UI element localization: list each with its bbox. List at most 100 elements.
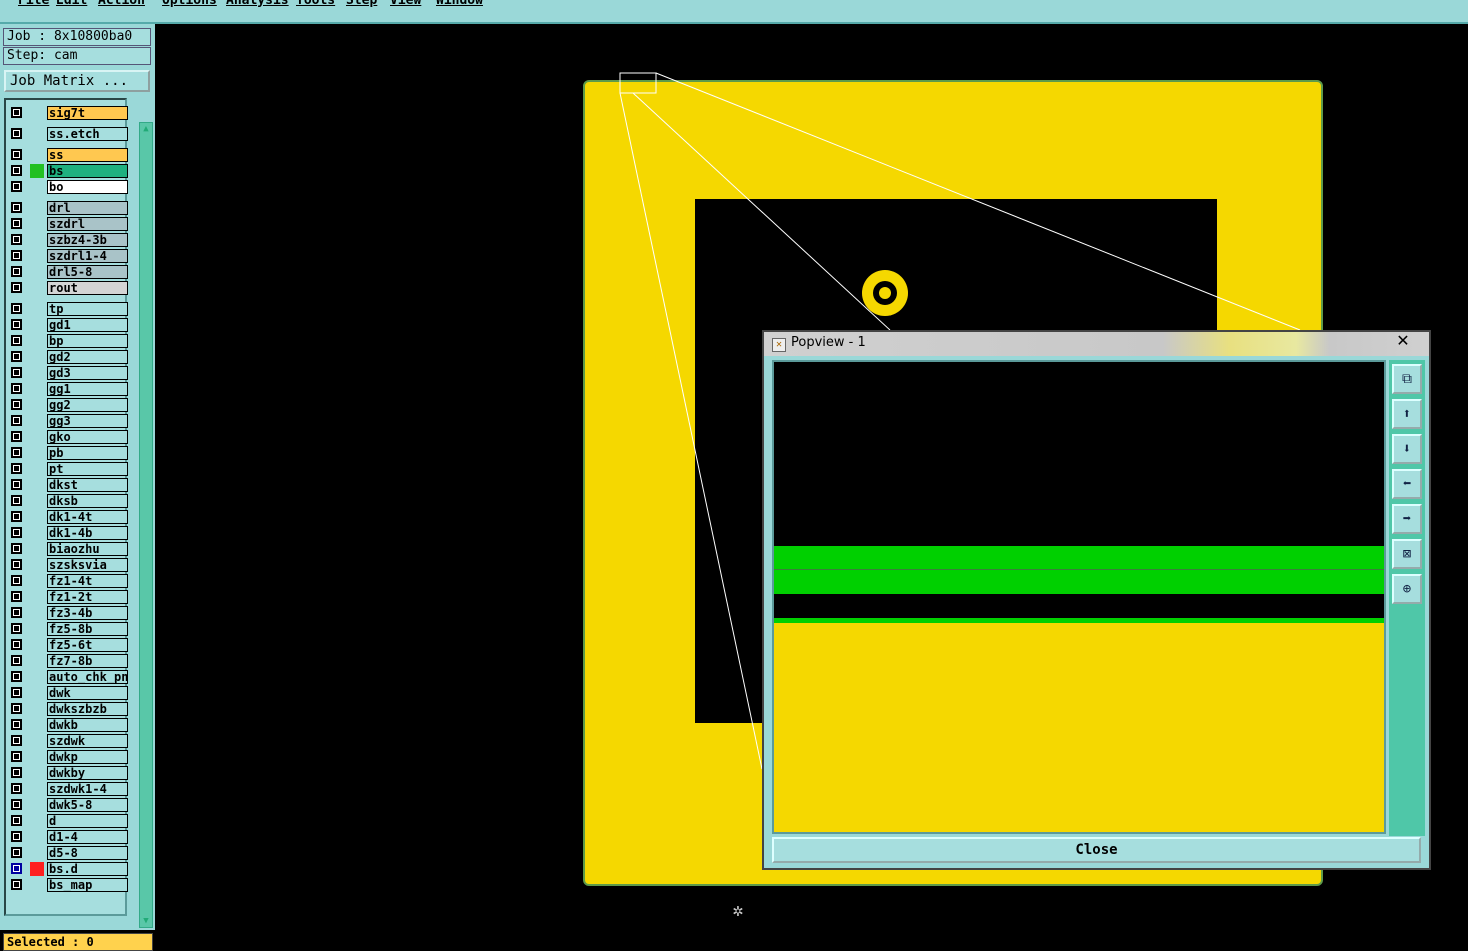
menu-file[interactable]: File [18, 0, 49, 8]
layer-name[interactable]: szdrl [47, 217, 128, 231]
menu-step[interactable]: Step [346, 0, 377, 8]
layer-color-swatch[interactable] [30, 164, 44, 178]
menu-options[interactable]: Options [162, 0, 217, 8]
layer-row[interactable]: dk1-4b [10, 526, 129, 541]
pan-right-icon[interactable]: ➡ [1392, 504, 1422, 534]
layer-checkbox[interactable] [11, 783, 22, 794]
layer-row[interactable]: fz1-2t [10, 590, 129, 605]
layer-checkbox[interactable] [11, 847, 22, 858]
layer-row[interactable]: szdwk1-4 [10, 782, 129, 797]
layer-row[interactable]: bs [10, 164, 129, 179]
layer-name[interactable]: bp [47, 334, 128, 348]
menu-analysis[interactable]: Analysis [226, 0, 289, 8]
pan-down-icon[interactable]: ⬇ [1392, 434, 1422, 464]
window-close-icon[interactable]: ✕ [1388, 331, 1418, 351]
layer-name[interactable]: ss.etch [47, 127, 128, 141]
layer-row[interactable]: szdrl [10, 217, 129, 232]
layer-row[interactable]: dwk5-8 [10, 798, 129, 813]
layer-row[interactable]: fz7-8b [10, 654, 129, 669]
layer-name[interactable]: drl [47, 201, 128, 215]
layer-name[interactable]: d [47, 814, 128, 828]
layer-name[interactable]: bs.d [47, 862, 128, 876]
layer-row[interactable]: gd2 [10, 350, 129, 365]
layer-checkbox[interactable] [11, 282, 22, 293]
layer-row[interactable]: d1-4 [10, 830, 129, 845]
popview-titlebar[interactable]: ✕ Popview - 1 ✕ [764, 331, 1429, 356]
layer-row[interactable]: dwkszbzb [10, 702, 129, 717]
layer-row[interactable]: d5-8 [10, 846, 129, 861]
menu-tools[interactable]: Tools [296, 0, 335, 8]
layer-checkbox[interactable] [11, 703, 22, 714]
layer-row[interactable]: d [10, 814, 129, 829]
layer-checkbox[interactable] [11, 479, 22, 490]
layer-row[interactable]: gko [10, 430, 129, 445]
layer-checkbox[interactable] [11, 234, 22, 245]
layer-row[interactable]: drl [10, 201, 129, 216]
layer-name[interactable]: drl5-8 [47, 265, 128, 279]
layer-checkbox[interactable] [11, 543, 22, 554]
layer-row[interactable]: bs_map [10, 878, 129, 893]
layer-checkbox[interactable] [11, 767, 22, 778]
layer-row[interactable]: dwk [10, 686, 129, 701]
pan-up-icon[interactable]: ⬆ [1392, 399, 1422, 429]
layer-name[interactable]: sig7t [47, 106, 128, 120]
layer-name[interactable]: szdrl1-4 [47, 249, 128, 263]
layer-row[interactable]: ss.etch [10, 127, 129, 142]
layer-checkbox[interactable] [11, 511, 22, 522]
layer-checkbox[interactable] [11, 751, 22, 762]
layer-checkbox[interactable] [11, 575, 22, 586]
layer-name[interactable]: fz7-8b [47, 654, 128, 668]
layer-row[interactable]: drl5-8 [10, 265, 129, 280]
layer-name[interactable]: dkst [47, 478, 128, 492]
layer-checkbox[interactable] [11, 799, 22, 810]
layer-list-scrollbar[interactable]: ▲ ▼ [139, 122, 153, 928]
layer-name[interactable]: dksb [47, 494, 128, 508]
layer-checkbox[interactable] [11, 415, 22, 426]
layer-name[interactable]: d1-4 [47, 830, 128, 844]
layer-row[interactable]: gd1 [10, 318, 129, 333]
layer-name[interactable]: fz5-6t [47, 638, 128, 652]
layer-checkbox[interactable] [11, 351, 22, 362]
layer-name[interactable]: gd2 [47, 350, 128, 364]
layer-name[interactable]: dwk [47, 686, 128, 700]
layer-name[interactable]: ss [47, 148, 128, 162]
layer-row[interactable]: bo [10, 180, 129, 195]
layer-name[interactable]: auto_chk_pn [47, 670, 128, 684]
layer-row[interactable]: gd3 [10, 366, 129, 381]
layer-row[interactable]: pt [10, 462, 129, 477]
layer-checkbox[interactable] [11, 319, 22, 330]
layer-checkbox[interactable] [11, 447, 22, 458]
job-matrix-button[interactable]: Job Matrix ... [4, 70, 150, 92]
layer-checkbox[interactable] [11, 671, 22, 682]
layer-row[interactable]: fz1-4t [10, 574, 129, 589]
pan-left-icon[interactable]: ⬅ [1392, 469, 1422, 499]
layer-row[interactable]: szbz4-3b [10, 233, 129, 248]
layer-row[interactable]: dwkp [10, 750, 129, 765]
layer-checkbox[interactable] [11, 607, 22, 618]
layer-checkbox[interactable] [11, 591, 22, 602]
layer-name[interactable]: gg2 [47, 398, 128, 412]
layer-checkbox[interactable] [11, 218, 22, 229]
layer-checkbox[interactable] [11, 149, 22, 160]
layer-name[interactable]: gd3 [47, 366, 128, 380]
layer-checkbox[interactable] [11, 202, 22, 213]
layer-name[interactable]: fz1-4t [47, 574, 128, 588]
layer-name[interactable]: szbz4-3b [47, 233, 128, 247]
layer-row[interactable]: szdwk [10, 734, 129, 749]
layer-name[interactable]: dk1-4b [47, 526, 128, 540]
layer-name[interactable]: pt [47, 462, 128, 476]
layer-name[interactable]: dwkby [47, 766, 128, 780]
scroll-down-arrow-icon[interactable]: ▼ [141, 916, 151, 926]
layer-name[interactable]: dwkszbzb [47, 702, 128, 716]
layer-row[interactable]: sig7t [10, 106, 129, 121]
layer-checkbox[interactable] [11, 735, 22, 746]
layer-row[interactable]: dwkby [10, 766, 129, 781]
layer-name[interactable]: szdwk1-4 [47, 782, 128, 796]
layer-checkbox[interactable] [11, 181, 22, 192]
layer-name[interactable]: biaozhu [47, 542, 128, 556]
layer-checkbox[interactable] [11, 399, 22, 410]
layer-checkbox[interactable] [11, 367, 22, 378]
layer-checkbox[interactable] [11, 559, 22, 570]
layer-name[interactable]: dk1-4t [47, 510, 128, 524]
layer-checkbox[interactable] [11, 107, 22, 118]
